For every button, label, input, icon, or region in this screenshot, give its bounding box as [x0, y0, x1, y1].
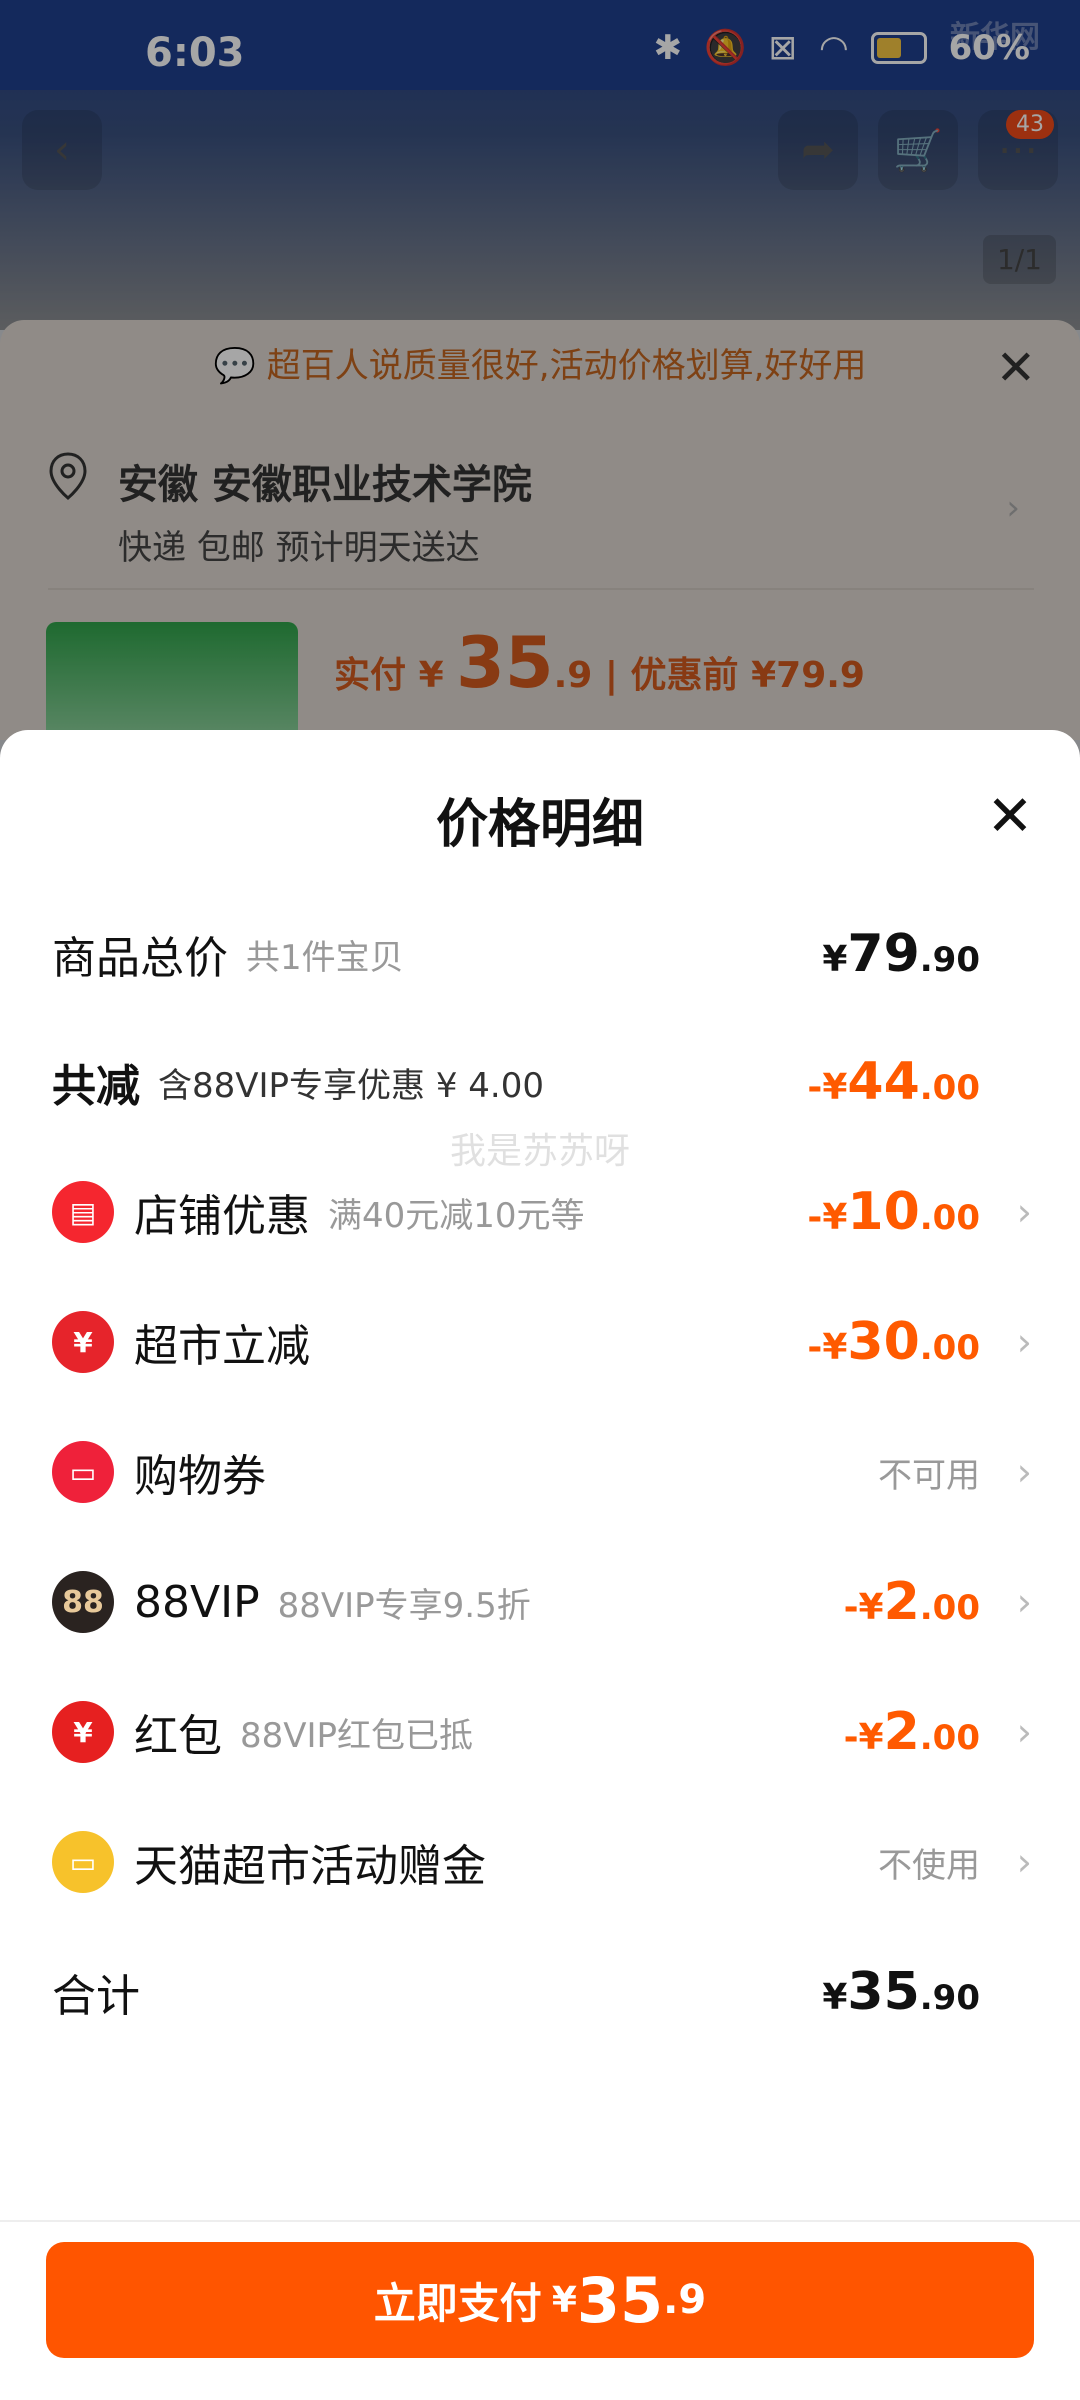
row-value: ¥79.90: [822, 924, 980, 984]
row-value: -¥2.00: [843, 1702, 980, 1762]
row-value: -¥44.00: [807, 1052, 980, 1112]
row-sub: 满40元减10元等: [328, 1195, 585, 1236]
close-button[interactable]: ✕: [984, 784, 1036, 849]
chevron-right-icon: ›: [1016, 1450, 1032, 1494]
chevron-right-icon: ›: [1016, 1320, 1032, 1364]
row-value: -¥30.00: [807, 1312, 980, 1372]
row-value: -¥2.00: [843, 1572, 980, 1632]
pay-amount-dec: .9: [663, 2277, 707, 2323]
row-red-envelope[interactable]: ¥ 红包 88VIP红包已抵 -¥2.00 ›: [52, 1682, 1040, 1782]
row-sub: 共1件宝贝: [246, 937, 404, 978]
row-shopping-voucher[interactable]: ▭ 购物券 不可用 ›: [52, 1422, 1040, 1522]
pay-amount-int: 35: [576, 2263, 664, 2337]
row-total-price: 商品总价 共1件宝贝 ¥79.90: [52, 904, 1040, 1004]
row-status: 不可用: [878, 1455, 980, 1496]
price-detail-sheet: 价格明细 ✕ 商品总价 共1件宝贝 ¥79.90 共减 含88VIP专享优惠 ¥…: [0, 730, 1080, 2400]
chevron-right-icon: ›: [1016, 1190, 1032, 1234]
pay-currency: ¥: [551, 2279, 577, 2321]
divider: [0, 2220, 1080, 2222]
pay-label: 立即支付: [373, 2278, 542, 2328]
row-label: 红包: [134, 1711, 222, 1762]
row-supermarket-discount[interactable]: ¥ 超市立减 -¥30.00 ›: [52, 1292, 1040, 1392]
sheet-title: 价格明细: [435, 795, 644, 855]
row-value: -¥10.00: [807, 1182, 980, 1242]
row-sub: 含88VIP专享优惠 ¥ 4.00: [158, 1065, 545, 1106]
row-label: 商品总价: [52, 933, 228, 984]
row-store-discount[interactable]: ▤ 店铺优惠 满40元减10元等 -¥10.00 ›: [52, 1162, 1040, 1262]
store-icon: ▤: [52, 1181, 114, 1243]
row-label: 购物券: [134, 1451, 266, 1502]
row-status: 不使用: [878, 1845, 980, 1886]
row-value: ¥35.90: [822, 1962, 980, 2022]
row-label: 天猫超市活动赠金: [134, 1841, 486, 1892]
row-sub: 88VIP专享9.5折: [277, 1585, 531, 1626]
chevron-right-icon: ›: [1016, 1580, 1032, 1624]
row-label: 88VIP: [134, 1576, 260, 1628]
row-label: 店铺优惠: [134, 1191, 310, 1242]
row-label: 超市立减: [134, 1321, 310, 1372]
row-label: 合计: [52, 1971, 140, 2022]
red-envelope-icon: ¥: [52, 1701, 114, 1763]
pay-now-button[interactable]: 立即支付 ¥ 35.9: [46, 2242, 1034, 2358]
gift-card-icon: ▭: [52, 1831, 114, 1893]
vip-88-icon: 88: [52, 1571, 114, 1633]
chevron-right-icon: ›: [1016, 1710, 1032, 1754]
row-label: 共减: [52, 1061, 140, 1112]
row-tmall-gift-money[interactable]: ▭ 天猫超市活动赠金 不使用 ›: [52, 1812, 1040, 1912]
row-sub: 88VIP红包已抵: [240, 1715, 474, 1756]
ticket-icon: ▭: [52, 1441, 114, 1503]
yen-icon: ¥: [52, 1311, 114, 1373]
close-icon: ✕: [986, 783, 1034, 849]
row-sum: 合计 ¥35.90: [52, 1942, 1040, 2042]
chevron-right-icon: ›: [1016, 1840, 1032, 1884]
row-total-discount: 共减 含88VIP专享优惠 ¥ 4.00 -¥44.00: [52, 1032, 1040, 1132]
row-88vip[interactable]: 88 88VIP 88VIP专享9.5折 -¥2.00 ›: [52, 1552, 1040, 1652]
